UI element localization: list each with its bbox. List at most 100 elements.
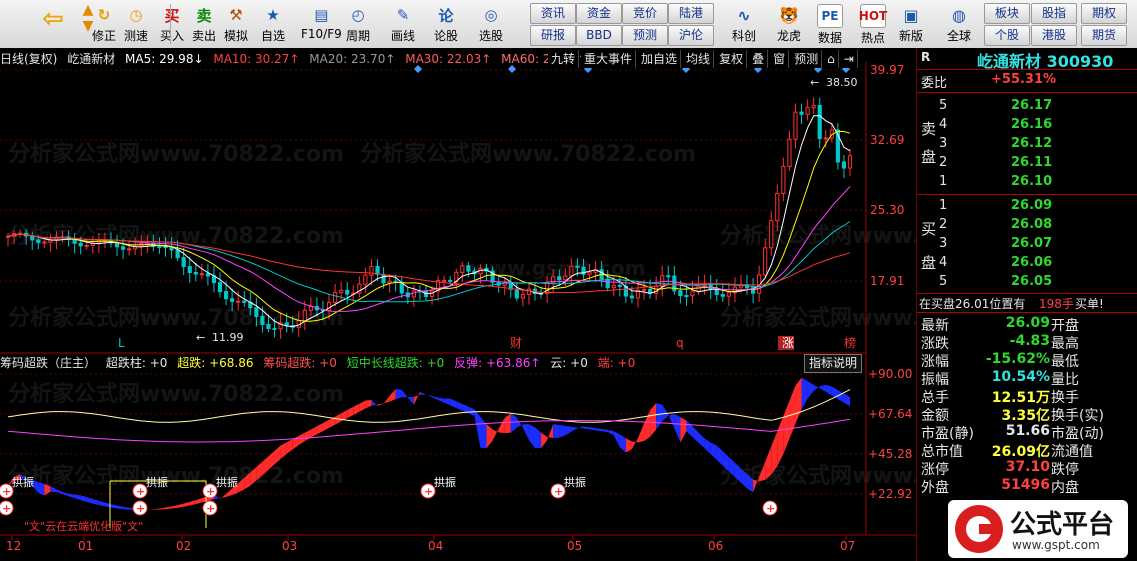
toolbar-button-hot[interactable]: HOT 热点 bbox=[859, 2, 887, 46]
indicator-band bbox=[801, 377, 808, 410]
chart-tool-button[interactable]: 九转 bbox=[548, 50, 580, 68]
candle-body bbox=[308, 306, 313, 311]
small-button[interactable]: 港股 bbox=[1031, 25, 1077, 46]
toolbar-button-label: 自选 bbox=[261, 29, 286, 43]
indicator-tick-label: +45.28 bbox=[868, 447, 912, 461]
chart-tool-button[interactable]: 叠 bbox=[749, 50, 769, 68]
chart-tool-button[interactable]: 均线 bbox=[683, 50, 715, 68]
back-button[interactable]: ⇦ bbox=[38, 2, 68, 46]
indicator-param: 筹码超跌: +0 bbox=[263, 356, 337, 370]
toolbar-button-globe[interactable]: ◍ 全球 bbox=[947, 2, 971, 46]
small-button[interactable]: 沪伦 bbox=[668, 25, 714, 46]
candle-body bbox=[817, 104, 822, 140]
small-button[interactable]: 个股 bbox=[984, 25, 1030, 46]
indicator-band bbox=[577, 426, 584, 429]
indicator-band bbox=[698, 432, 705, 449]
chart-tool-button[interactable]: 复权 bbox=[716, 50, 748, 68]
toolbar-button-clock[interactable]: ◷ 测速 bbox=[124, 2, 148, 46]
toolbar-button-star-folder[interactable]: ★ 自选 bbox=[261, 2, 285, 46]
indicator-band bbox=[322, 419, 330, 432]
indicator-name[interactable]: 筹码超跌（庄主） bbox=[0, 356, 96, 370]
small-button[interactable]: 研报 bbox=[530, 25, 576, 46]
high-annotation: 38.50 bbox=[826, 76, 858, 89]
indicator-band bbox=[44, 483, 51, 496]
indicator-band bbox=[377, 403, 384, 406]
toolbar-button-label: 卖出 bbox=[192, 29, 217, 43]
indicator-band bbox=[304, 429, 311, 442]
star-folder-icon: ★ bbox=[266, 6, 280, 24]
toolbar-button-cycle[interactable]: ◴ 周期 bbox=[346, 2, 370, 46]
chart-tool-button[interactable]: 预测 bbox=[791, 50, 823, 68]
indicator-band bbox=[692, 426, 699, 443]
small-button[interactable]: 预测 bbox=[622, 25, 668, 46]
small-button[interactable]: 资讯 bbox=[530, 3, 576, 24]
ask-level: 3 bbox=[939, 136, 948, 151]
toolbar-button-hammer[interactable]: ⚒ 模拟 bbox=[224, 2, 248, 46]
small-button[interactable]: 期货 bbox=[1081, 25, 1127, 46]
signal-marker-plus: + bbox=[2, 502, 11, 515]
toolbar-button-pencil[interactable]: ✎ 画线 bbox=[391, 2, 415, 46]
candle-body bbox=[526, 288, 532, 295]
toolbar-button-discuss[interactable]: 论论股 bbox=[434, 2, 458, 46]
chart-tool-button[interactable]: ⇥ bbox=[840, 50, 858, 68]
toolbar-button-label: 热点 bbox=[860, 31, 885, 45]
chart-tool-button[interactable]: 重大事件 bbox=[581, 50, 637, 68]
small-button[interactable]: BBD bbox=[576, 25, 622, 46]
low-annotation: 11.99 bbox=[212, 331, 244, 344]
toolbar-button-refresh[interactable]: ↻ 修正 bbox=[92, 2, 116, 46]
position-qty: 198手 bbox=[1039, 297, 1074, 311]
small-button[interactable]: 陆港 bbox=[668, 3, 714, 24]
indicator-tick-label: +90.00 bbox=[868, 367, 912, 381]
toolbar-button-buy[interactable]: 买买入 bbox=[160, 2, 184, 46]
toolbar-button-tiger[interactable]: 🐯 龙虎 bbox=[777, 2, 801, 46]
ask-price: 26.11 bbox=[1011, 155, 1053, 170]
toolbar-button-kc-chart[interactable]: ∿ 科创 bbox=[732, 2, 756, 46]
small-button[interactable]: 股指 bbox=[1031, 3, 1077, 24]
candle-body bbox=[805, 107, 810, 115]
toolbar-button-new-version[interactable]: ▣ 新版 bbox=[899, 2, 923, 46]
chart-tool-button[interactable]: 加自选 bbox=[638, 50, 682, 68]
weibi-row: 委比 +55.31% bbox=[917, 72, 1137, 91]
chart-canvas[interactable]: 39.97 32.69 25.30 17.91 +90.00 +67.64 +45.28 +2… bbox=[0, 48, 916, 561]
toolbar-button-report[interactable]: ▤ F10/F9 bbox=[301, 2, 342, 46]
position-note: 在买盘26.01位置有 bbox=[919, 297, 1026, 311]
indicator-band bbox=[92, 499, 99, 506]
candle-body bbox=[793, 111, 798, 140]
weibi-value: +55.31% bbox=[991, 72, 1057, 87]
candle-body bbox=[339, 289, 344, 294]
new-version-icon: ▣ bbox=[903, 5, 919, 25]
price-tick-label: 32.69 bbox=[870, 133, 904, 147]
candle-body bbox=[823, 137, 828, 140]
candle-body bbox=[30, 235, 35, 241]
back-arrow-icon: ⇦ bbox=[42, 4, 64, 34]
indicator-band bbox=[571, 426, 578, 432]
toolbar-button-sell[interactable]: 卖卖出 bbox=[192, 2, 216, 46]
ma60-line bbox=[7, 233, 851, 294]
toolbar-button-label: 修正 bbox=[92, 29, 117, 43]
small-button[interactable]: 资金 bbox=[576, 3, 622, 24]
period-label[interactable]: 日线(复权) bbox=[0, 52, 57, 66]
indicator-param: 超跌柱: +0 bbox=[105, 356, 168, 370]
stat-value: -15.62% bbox=[985, 351, 1050, 367]
toolbar-button-select-stock[interactable]: ◎ 选股 bbox=[479, 2, 503, 46]
chart-tool-button[interactable]: ⌂ bbox=[824, 50, 839, 68]
small-button[interactable]: 板块 bbox=[984, 3, 1030, 24]
indicator-param: 超跌: +68.86 bbox=[177, 356, 254, 370]
small-button[interactable]: 期权 bbox=[1081, 3, 1127, 24]
small-button[interactable]: 竞价 bbox=[622, 3, 668, 24]
indicator-band bbox=[171, 505, 178, 509]
indicator-band bbox=[80, 495, 87, 502]
toolbar-button-pe[interactable]: PE 数据 bbox=[817, 2, 843, 46]
signal-marker-plus: + bbox=[206, 485, 215, 498]
chart-tool-button[interactable]: 窗 bbox=[770, 50, 790, 68]
indicator-band bbox=[310, 426, 317, 438]
indicator-band bbox=[486, 424, 493, 449]
indicator-band bbox=[595, 428, 602, 432]
indicator-band bbox=[589, 427, 596, 431]
indicator-band bbox=[359, 400, 366, 412]
ma5-value: MA5: 29.98↓ bbox=[125, 52, 204, 66]
event-mark: L bbox=[118, 336, 125, 350]
indicator-help-button[interactable]: 指标说明 bbox=[804, 354, 863, 373]
candle-body bbox=[799, 111, 804, 115]
indicator-band bbox=[407, 396, 414, 405]
